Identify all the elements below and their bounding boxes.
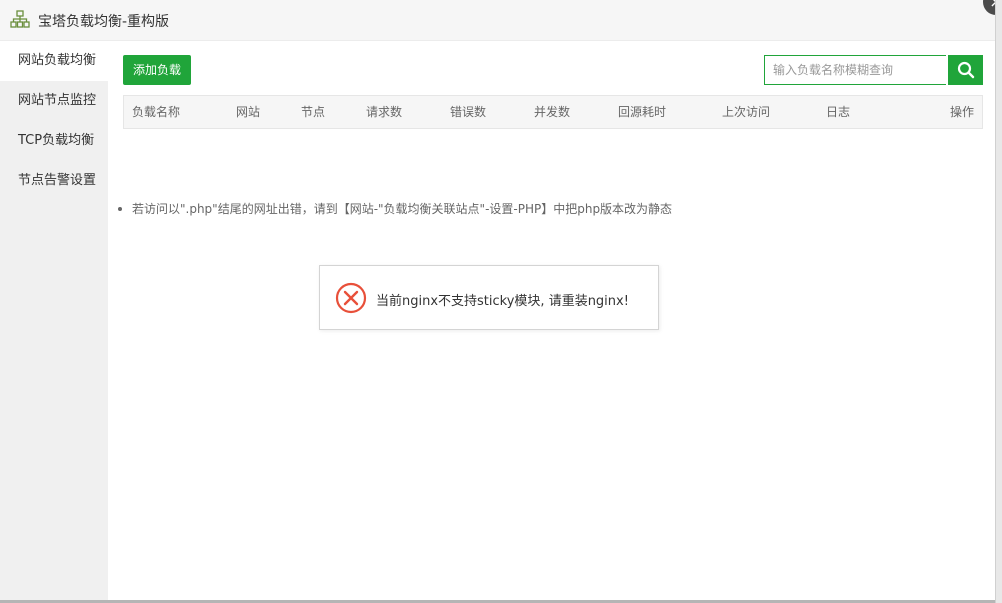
php-hint-note: 若访问以".php"结尾的网址出错，请到【网站-"负载均衡关联站点"-设置-PH… — [118, 200, 672, 217]
search-input[interactable] — [764, 55, 946, 85]
column-header-log: 日志 — [826, 105, 851, 119]
column-header-site: 网站 — [236, 105, 261, 119]
sidebar-item-node-alert-settings[interactable]: 节点告警设置 — [0, 161, 108, 201]
column-header-concurrency: 并发数 — [534, 105, 571, 119]
search-icon — [957, 61, 975, 79]
php-hint-text: 若访问以".php"结尾的网址出错，请到【网站-"负载均衡关联站点"-设置-PH… — [132, 202, 673, 216]
column-header-origin-latency: 回源耗时 — [618, 105, 667, 119]
column-header-actions: 操作 — [950, 105, 975, 119]
network-icon — [10, 10, 30, 28]
add-load-balance-button[interactable]: 添加负载 — [123, 55, 192, 85]
column-header-errors: 错误数 — [450, 105, 487, 119]
column-header-requests: 请求数 — [366, 105, 403, 119]
toast-message: 当前nginx不支持sticky模块, 请重装nginx! — [376, 294, 629, 309]
title-bar: 宝塔负载均衡-重构版 — [0, 0, 995, 41]
column-header-name: 负载名称 — [132, 105, 181, 119]
sidebar: 网站负载均衡 网站节点监控 TCP负载均衡 节点告警设置 — [0, 41, 108, 600]
sidebar-item-site-node-monitor[interactable]: 网站节点监控 — [0, 81, 108, 121]
sidebar-item-tcp-load-balance[interactable]: TCP负载均衡 — [0, 121, 108, 161]
background-page-edge — [995, 0, 1002, 603]
main-content: 添加负载 负载名称 网站 节点 请求数 错误数 并发数 回源耗时 上次访问 日志… — [108, 41, 995, 600]
bullet-dot — [118, 206, 122, 211]
error-toast: 当前nginx不支持sticky模块, 请重装nginx! — [319, 265, 659, 330]
sidebar-item-site-load-balance[interactable]: 网站负载均衡 — [0, 41, 108, 81]
column-header-nodes: 节点 — [301, 105, 326, 119]
load-balancer-window: 宝塔负载均衡-重构版 网站负载均衡 网站节点监控 TCP负载均衡 节点告警设置 … — [0, 0, 1002, 603]
window-title: 宝塔负载均衡-重构版 — [38, 14, 170, 30]
search-button[interactable] — [948, 55, 983, 85]
error-x-icon — [335, 282, 367, 314]
table-header: 负载名称 网站 节点 请求数 错误数 并发数 回源耗时 上次访问 日志 操作 — [123, 95, 983, 129]
column-header-last-access: 上次访问 — [722, 105, 771, 119]
